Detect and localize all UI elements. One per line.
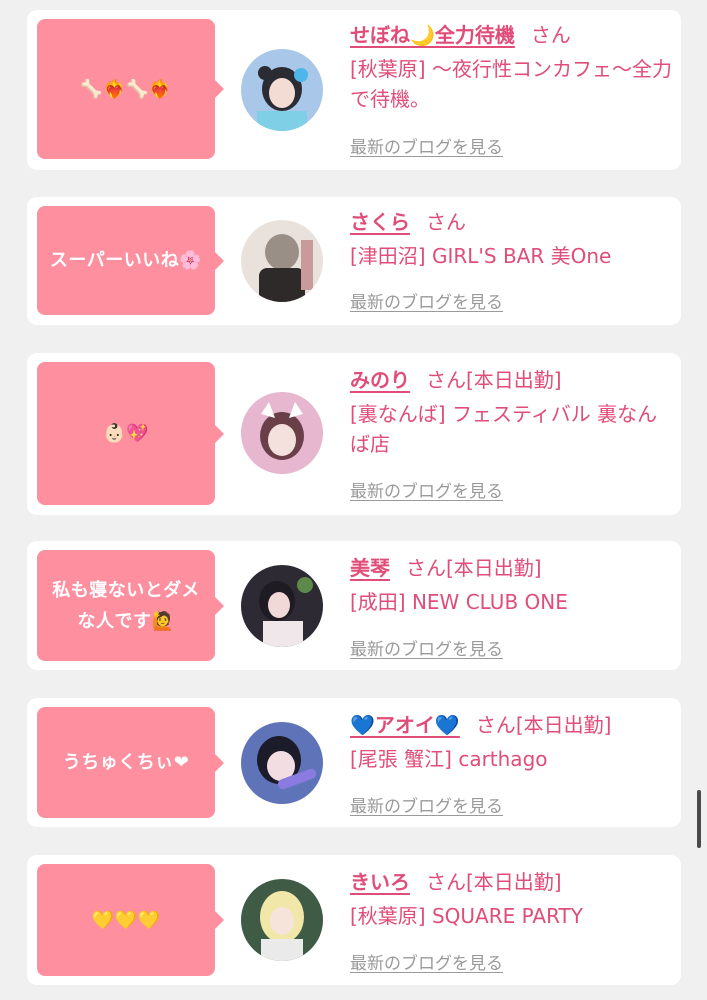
comment-card: うちゅくちぃ❤ 💙アオイ💙 さん[本日出勤] [尾張 蟹江] carthago 最… [27, 698, 681, 827]
latest-blog-link[interactable]: 最新のブログを見る [350, 288, 503, 313]
honorific: さん [426, 210, 466, 234]
cast-name-link[interactable]: きいろ [350, 870, 410, 894]
name-line: みのり さん[本日出勤] [350, 365, 675, 395]
avatar[interactable] [241, 722, 323, 804]
latest-blog-link[interactable]: 最新のブログを見る [350, 133, 503, 158]
honorific: さん [530, 23, 571, 47]
latest-blog-link[interactable]: 最新のブログを見る [350, 792, 503, 817]
avatar[interactable] [241, 220, 323, 302]
honorific: さん [426, 368, 466, 392]
avatar[interactable] [241, 879, 323, 961]
latest-blog-link[interactable]: 最新のブログを見る [350, 635, 503, 660]
cast-name-link[interactable]: せぼね🌙全力待機 [350, 23, 515, 47]
comment-card: 🦴❤️‍🔥🦴❤️‍🔥 せぼね🌙全力待機 さん [秋葉原] 〜夜行性コンカフェ〜全力… [27, 10, 681, 170]
comment-card: スーパーいいね🌸 さくら さん [津田沼] GIRL'S BAR 美One 最新の… [27, 197, 681, 325]
honorific: さん [475, 713, 516, 737]
status-label: [本日出勤] [515, 713, 612, 737]
name-line: 美琴 さん[本日出勤] [350, 553, 675, 583]
avatar[interactable] [241, 49, 323, 131]
cast-info: せぼね🌙全力待機 さん [秋葉原] 〜夜行性コンカフェ〜全力で待機。 [350, 20, 675, 114]
shop-info: [津田沼] GIRL'S BAR 美One [350, 244, 612, 268]
cast-info: みのり さん[本日出勤] [裏なんば] フェスティバル 裏なんば店 [350, 365, 675, 459]
comment-card: 私も寝ないとダメな人です🙋 美琴 さん[本日出勤] [成田] NEW CLUB O… [27, 541, 681, 670]
comment-bubble: うちゅくちぃ❤ [37, 707, 224, 818]
cast-name-link[interactable]: さくら [350, 210, 410, 234]
comment-bubble: 👶🏻💖 [37, 362, 224, 505]
comment-bubble: 🦴❤️‍🔥🦴❤️‍🔥 [37, 19, 224, 159]
status-label: [本日出勤] [466, 870, 562, 894]
honorific: さん [426, 870, 466, 894]
comment-card: 👶🏻💖 みのり さん[本日出勤] [裏なんば] フェスティバル 裏なんば店 最新の… [27, 353, 681, 515]
comment-bubble: 💛💛💛 [37, 864, 224, 976]
name-line: せぼね🌙全力待機 さん [350, 20, 675, 50]
cast-info: きいろ さん[本日出勤] [秋葉原] SQUARE PARTY [350, 867, 675, 931]
cast-name-link[interactable]: みのり [350, 368, 410, 392]
status-label: [本日出勤] [466, 368, 562, 392]
name-line: 💙アオイ💙 さん[本日出勤] [350, 710, 675, 740]
cast-info: 💙アオイ💙 さん[本日出勤] [尾張 蟹江] carthago [350, 710, 675, 774]
latest-blog-link[interactable]: 最新のブログを見る [350, 477, 503, 502]
scrollbar[interactable] [697, 790, 701, 848]
name-line: さくら さん [350, 207, 675, 237]
cast-info: 美琴 さん[本日出勤] [成田] NEW CLUB ONE [350, 553, 675, 617]
shop-info: [秋葉原] SQUARE PARTY [350, 904, 583, 928]
honorific: さん [406, 556, 446, 580]
cast-name-link[interactable]: 美琴 [350, 556, 390, 580]
comment-bubble: スーパーいいね🌸 [37, 206, 224, 315]
shop-info: [裏なんば] フェスティバル 裏なんば店 [350, 402, 658, 456]
shop-info: [秋葉原] 〜夜行性コンカフェ〜全力で待機。 [350, 57, 672, 111]
shop-info: [尾張 蟹江] carthago [350, 747, 548, 771]
comment-bubble: 私も寝ないとダメな人です🙋 [37, 550, 224, 661]
shop-info: [成田] NEW CLUB ONE [350, 590, 568, 614]
comment-card: 💛💛💛 きいろ さん[本日出勤] [秋葉原] SQUARE PARTY 最新のブロ… [27, 855, 681, 985]
name-line: きいろ さん[本日出勤] [350, 867, 675, 897]
avatar[interactable] [241, 392, 323, 474]
status-label: [本日出勤] [446, 556, 542, 580]
cast-name-link[interactable]: 💙アオイ💙 [350, 713, 460, 737]
cast-info: さくら さん [津田沼] GIRL'S BAR 美One [350, 207, 675, 271]
latest-blog-link[interactable]: 最新のブログを見る [350, 949, 503, 974]
avatar[interactable] [241, 565, 323, 647]
